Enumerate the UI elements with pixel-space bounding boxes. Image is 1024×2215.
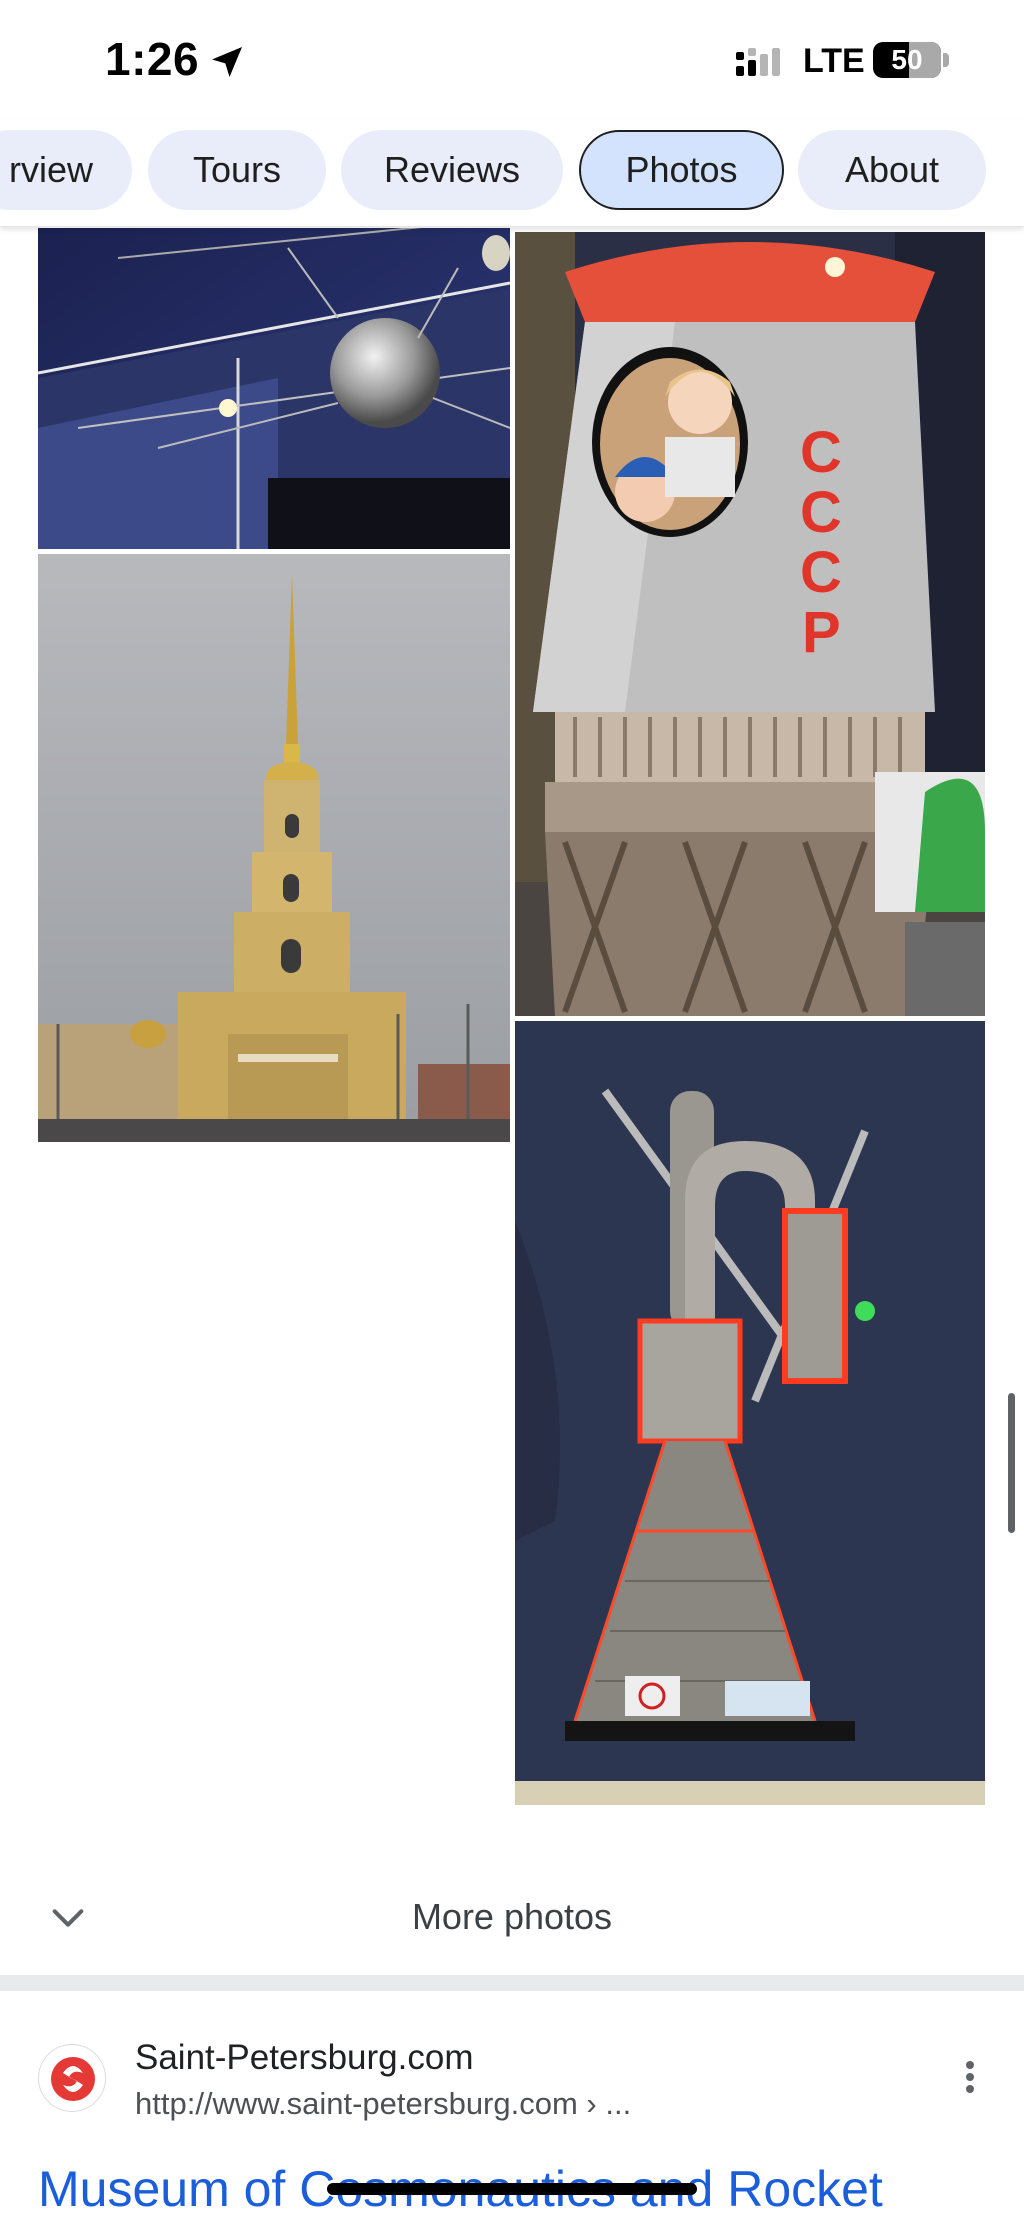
status-time: 1:26 bbox=[105, 33, 200, 85]
result-url[interactable]: http://www.saint-petersburg.com › ... bbox=[135, 2086, 631, 2122]
more-photos-button[interactable]: More photos bbox=[0, 1862, 1024, 1972]
battery-level: 50 bbox=[891, 44, 923, 75]
status-bar: 1:26 LTE 50 bbox=[0, 0, 1024, 120]
photo-rocket-engine[interactable] bbox=[515, 1021, 985, 1805]
tab-reviews[interactable]: Reviews bbox=[341, 130, 563, 210]
scrollbar[interactable] bbox=[1008, 1393, 1015, 1533]
location-arrow-icon bbox=[212, 47, 242, 77]
network-type: LTE bbox=[803, 42, 865, 80]
result-url-domain: http://www.saint-petersburg.com bbox=[135, 2086, 578, 2121]
photo-rocket-cccp[interactable]: C C C P bbox=[515, 232, 985, 1016]
result-url-path: › ... bbox=[577, 2086, 632, 2121]
signal-icon bbox=[736, 48, 780, 76]
result-site-name[interactable]: Saint-Petersburg.com bbox=[135, 2038, 473, 2078]
svg-text:C: C bbox=[800, 420, 842, 485]
photo-cathedral[interactable] bbox=[38, 554, 510, 1142]
svg-text:C: C bbox=[800, 480, 842, 545]
photo-sputnik[interactable] bbox=[38, 228, 510, 549]
battery-icon: 50 bbox=[873, 42, 941, 78]
site-favicon bbox=[38, 2044, 106, 2112]
more-photos-label: More photos bbox=[411, 1896, 613, 1937]
tab-about[interactable]: About bbox=[798, 130, 986, 210]
tab-overview[interactable]: rview bbox=[0, 130, 132, 210]
home-indicator[interactable] bbox=[327, 2183, 697, 2195]
more-vert-icon[interactable] bbox=[955, 2057, 985, 2097]
section-divider bbox=[0, 1975, 1024, 1991]
battery-tip bbox=[943, 53, 949, 67]
svg-text:P: P bbox=[802, 600, 841, 665]
tab-tours[interactable]: Tours bbox=[148, 130, 326, 210]
tab-bar: rview Tours Reviews Photos About bbox=[0, 120, 1024, 227]
svg-text:C: C bbox=[800, 540, 842, 605]
tab-photos[interactable]: Photos bbox=[579, 130, 784, 210]
